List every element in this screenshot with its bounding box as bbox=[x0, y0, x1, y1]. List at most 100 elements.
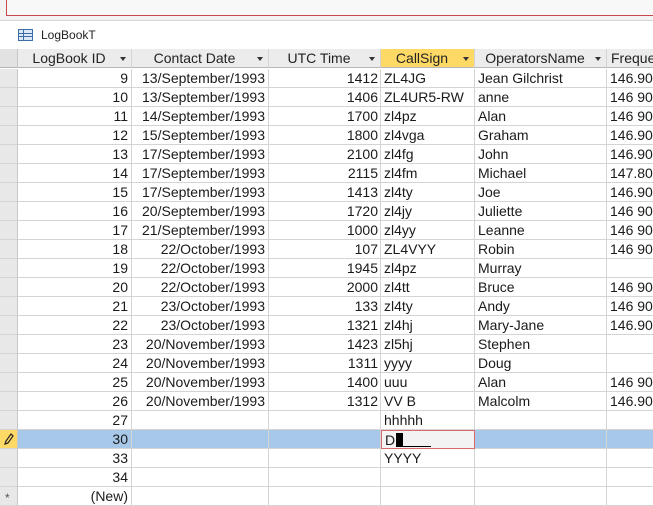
cell-frequency[interactable] bbox=[607, 468, 653, 487]
cell-logbook-id[interactable]: 33 bbox=[18, 449, 132, 468]
record-selector[interactable] bbox=[0, 449, 18, 468]
table-row[interactable]: 21 23/October/1993 133 zl4ty Andy 146 90 bbox=[0, 297, 653, 316]
cell-contact-date[interactable]: 22/October/1993 bbox=[132, 240, 269, 259]
cell-callsign[interactable]: zl4pz bbox=[381, 259, 475, 278]
cell-callsign[interactable]: zl4hj bbox=[381, 316, 475, 335]
cell-callsign[interactable]: zl5hj bbox=[381, 335, 475, 354]
cell-operator-name[interactable] bbox=[475, 449, 607, 468]
cell-contact-date[interactable]: 17/September/1993 bbox=[132, 164, 269, 183]
cell-utc-time[interactable]: 2115 bbox=[269, 164, 381, 183]
cell-logbook-id[interactable]: 12 bbox=[18, 126, 132, 145]
cell-operator-name[interactable] bbox=[475, 468, 607, 487]
cell-frequency[interactable] bbox=[607, 354, 653, 373]
cell-frequency[interactable]: 146.90 bbox=[607, 316, 653, 335]
cell-operator-name[interactable]: Malcolm bbox=[475, 392, 607, 411]
cell-logbook-id[interactable]: 20 bbox=[18, 278, 132, 297]
cell-contact-date[interactable]: 20/November/1993 bbox=[132, 354, 269, 373]
record-selector[interactable] bbox=[0, 145, 18, 164]
cell-utc-time[interactable]: 1945 bbox=[269, 259, 381, 278]
record-selector[interactable] bbox=[0, 221, 18, 240]
cell-operator-name[interactable]: Robin bbox=[475, 240, 607, 259]
cell-utc-time[interactable]: 1321 bbox=[269, 316, 381, 335]
table-row[interactable]: 27 hhhhh bbox=[0, 411, 653, 430]
cell-logbook-id[interactable]: 25 bbox=[18, 373, 132, 392]
cell-callsign[interactable] bbox=[381, 468, 475, 487]
cell-callsign[interactable]: zl4tt bbox=[381, 278, 475, 297]
cell-frequency[interactable]: 146 90 bbox=[607, 373, 653, 392]
table-row[interactable]: 18 22/October/1993 107 ZL4VYY Robin 146 90 bbox=[0, 240, 653, 259]
record-selector[interactable] bbox=[0, 468, 18, 487]
cell-utc-time[interactable]: 1312 bbox=[269, 392, 381, 411]
cell-logbook-id[interactable]: 23 bbox=[18, 335, 132, 354]
cell-frequency[interactable]: 146.90 bbox=[607, 69, 653, 88]
cell-utc-time[interactable]: 1413 bbox=[269, 183, 381, 202]
cell-utc-time[interactable] bbox=[269, 487, 381, 506]
record-selector[interactable] bbox=[0, 335, 18, 354]
chevron-down-icon[interactable] bbox=[369, 57, 375, 61]
cell-contact-date[interactable] bbox=[132, 468, 269, 487]
cell-callsign[interactable]: zl4pz bbox=[381, 107, 475, 126]
cell-utc-time[interactable]: 1000 bbox=[269, 221, 381, 240]
cell-logbook-id[interactable]: 19 bbox=[18, 259, 132, 278]
cell-frequency[interactable] bbox=[607, 487, 653, 506]
table-row[interactable]: 13 17/September/1993 2100 zl4fg John 146.90 bbox=[0, 145, 653, 164]
cell-contact-date[interactable]: 23/October/1993 bbox=[132, 297, 269, 316]
cell-logbook-id[interactable]: 13 bbox=[18, 145, 132, 164]
cell-utc-time[interactable] bbox=[269, 430, 381, 449]
table-row[interactable]: 15 17/September/1993 1413 zl4ty Joe 146.90 bbox=[0, 183, 653, 202]
cell-contact-date[interactable] bbox=[132, 430, 269, 449]
cell-operator-name[interactable]: Andy bbox=[475, 297, 607, 316]
cell-logbook-id[interactable]: 21 bbox=[18, 297, 132, 316]
cell-contact-date[interactable]: 13/September/1993 bbox=[132, 69, 269, 88]
cell-utc-time[interactable] bbox=[269, 411, 381, 430]
table-row[interactable]: 33 YYYY bbox=[0, 449, 653, 468]
cell-utc-time[interactable]: 1406 bbox=[269, 88, 381, 107]
table-row[interactable]: 22 23/October/1993 1321 zl4hj Mary-Jane 146.9… bbox=[0, 316, 653, 335]
cell-callsign[interactable]: hhhhh bbox=[381, 411, 475, 430]
cell-operator-name[interactable]: Jean Gilchrist bbox=[475, 69, 607, 88]
cell-logbook-id[interactable]: 34 bbox=[18, 468, 132, 487]
table-row[interactable]: 25 20/November/1993 1400 uuu Alan 146 90 bbox=[0, 373, 653, 392]
table-row[interactable]: 16 20/September/1993 1720 zl4jy Juliette 146 … bbox=[0, 202, 653, 221]
record-selector[interactable] bbox=[0, 164, 18, 183]
record-selector[interactable]: * bbox=[0, 487, 18, 506]
cell-logbook-id[interactable]: 10 bbox=[18, 88, 132, 107]
cell-operator-name[interactable]: Murray bbox=[475, 259, 607, 278]
cell-logbook-id[interactable]: 15 bbox=[18, 183, 132, 202]
cell-callsign[interactable]: uuu bbox=[381, 373, 475, 392]
record-selector[interactable] bbox=[0, 259, 18, 278]
cell-operator-name[interactable]: Mary-Jane bbox=[475, 316, 607, 335]
cell-callsign[interactable]: ZL4VYY bbox=[381, 240, 475, 259]
record-selector[interactable] bbox=[0, 430, 18, 449]
record-selector[interactable] bbox=[0, 183, 18, 202]
column-header-operators-name[interactable]: OperatorsName bbox=[475, 49, 607, 68]
cell-callsign[interactable]: zl4ty bbox=[381, 297, 475, 316]
record-selector[interactable] bbox=[0, 373, 18, 392]
column-header-logbook-id[interactable]: LogBook ID bbox=[18, 49, 132, 68]
cell-contact-date[interactable]: 21/September/1993 bbox=[132, 221, 269, 240]
record-selector[interactable] bbox=[0, 392, 18, 411]
cell-operator-name[interactable]: anne bbox=[475, 88, 607, 107]
cell-logbook-id[interactable]: 30 bbox=[18, 430, 132, 449]
cell-utc-time[interactable]: 107 bbox=[269, 240, 381, 259]
cell-frequency[interactable] bbox=[607, 335, 653, 354]
cell-operator-name[interactable]: Doug bbox=[475, 354, 607, 373]
column-header-callsign[interactable]: CallSign bbox=[381, 49, 475, 68]
cell-frequency[interactable]: 147.80 bbox=[607, 164, 653, 183]
cell-frequency[interactable] bbox=[607, 411, 653, 430]
cell-frequency[interactable] bbox=[607, 449, 653, 468]
cell-logbook-id[interactable]: 11 bbox=[18, 107, 132, 126]
table-row[interactable]: 12 15/September/1993 1800 zl4vga Graham 146.9… bbox=[0, 126, 653, 145]
cell-frequency[interactable]: 146 90 bbox=[607, 297, 653, 316]
cell-frequency[interactable]: 146.90 bbox=[607, 392, 653, 411]
cell-contact-date[interactable]: 23/October/1993 bbox=[132, 316, 269, 335]
cell-utc-time[interactable]: 1400 bbox=[269, 373, 381, 392]
cell-frequency[interactable]: 146.90 bbox=[607, 126, 653, 145]
cell-logbook-id[interactable]: (New) bbox=[18, 487, 132, 506]
chevron-down-icon[interactable] bbox=[463, 57, 469, 61]
cell-frequency[interactable]: 146 90 bbox=[607, 240, 653, 259]
cell-callsign[interactable]: YYYY bbox=[381, 449, 475, 468]
record-selector[interactable] bbox=[0, 278, 18, 297]
cell-callsign[interactable]: zl4fg bbox=[381, 145, 475, 164]
table-row[interactable]: 19 22/October/1993 1945 zl4pz Murray bbox=[0, 259, 653, 278]
